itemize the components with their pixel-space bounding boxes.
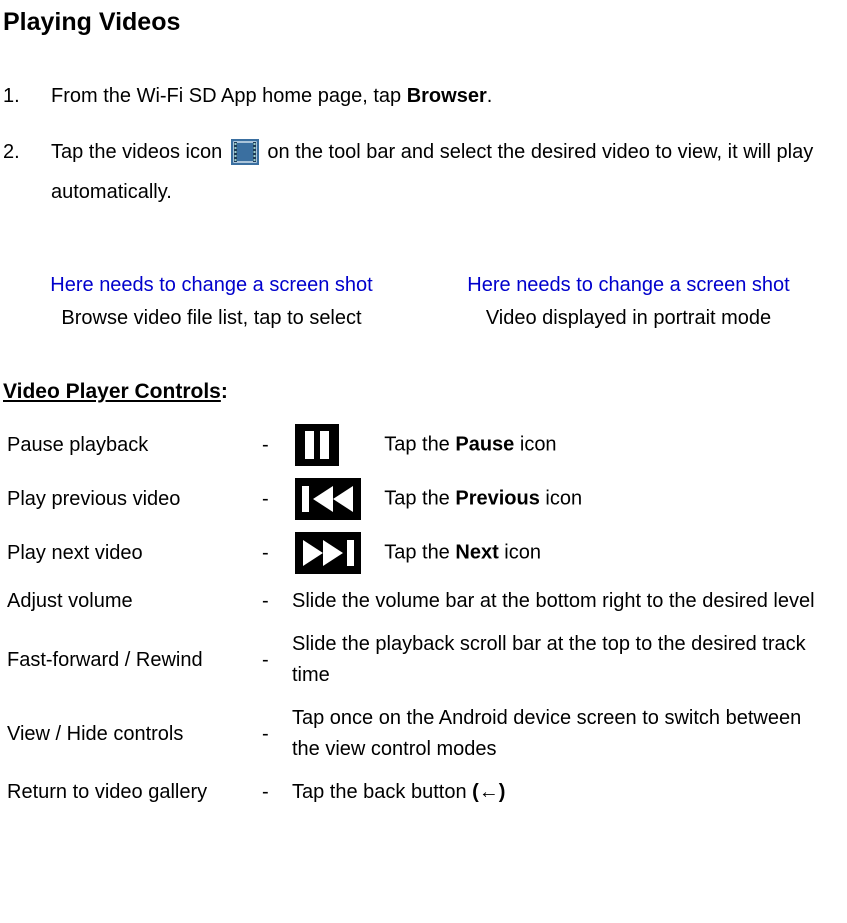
- table-row: Play previous video - Tap the Previous i…: [3, 472, 837, 526]
- dash: -: [258, 697, 288, 771]
- next-icon: [295, 532, 361, 574]
- dash: -: [258, 472, 288, 526]
- dash: -: [258, 580, 288, 623]
- step-text-post: .: [487, 85, 493, 107]
- screenshot-captions: Here needs to change a screen shot Brows…: [3, 272, 837, 332]
- desc-pre: Tap the: [384, 487, 455, 509]
- pause-icon: [295, 424, 339, 466]
- dash: -: [258, 526, 288, 580]
- desc-post: icon: [540, 487, 582, 509]
- control-label: Play previous video: [3, 472, 258, 526]
- caption-note: Here needs to change a screen shot: [420, 272, 837, 299]
- control-desc: Slide the volume bar at the bottom right…: [288, 580, 837, 623]
- control-desc: Tap the Next icon: [288, 526, 837, 580]
- control-desc: Tap the back button (←): [288, 771, 837, 814]
- step-number: 1.: [3, 76, 51, 116]
- videos-icon: [231, 139, 259, 165]
- step-body: Tap the videos icon: [51, 132, 837, 212]
- control-label: View / Hide controls: [3, 697, 258, 771]
- desc-bold: Previous: [455, 487, 539, 509]
- subheading-colon: :: [221, 380, 228, 403]
- control-label: Fast-forward / Rewind: [3, 623, 258, 697]
- step-text: Tap the videos icon: [51, 141, 228, 163]
- desc-bold: Pause: [455, 433, 514, 455]
- caption-left: Here needs to change a screen shot Brows…: [3, 272, 420, 332]
- desc-bold: Next: [455, 541, 498, 563]
- steps-list: 1. From the Wi-Fi SD App home page, tap …: [3, 76, 837, 212]
- subheading-text: Video Player Controls: [3, 380, 221, 403]
- desc-bold: (←): [472, 781, 505, 803]
- table-row: Play next video - Tap the Next icon: [3, 526, 837, 580]
- control-desc: Slide the playback scroll bar at the top…: [288, 623, 837, 697]
- table-row: Pause playback - Tap the Pause icon: [3, 418, 837, 472]
- caption-text: Browse video file list, tap to select: [3, 305, 420, 332]
- section-subheading: Video Player Controls:: [3, 378, 837, 406]
- desc-pre: Tap the: [384, 433, 455, 455]
- control-desc: Tap once on the Android device screen to…: [288, 697, 837, 771]
- desc-pre: Tap the back button: [292, 781, 472, 803]
- control-desc: Tap the Previous icon: [288, 472, 837, 526]
- control-label: Play next video: [3, 526, 258, 580]
- desc-post: icon: [499, 541, 541, 563]
- step-number: 2.: [3, 132, 51, 212]
- table-row: Fast-forward / Rewind - Slide the playba…: [3, 623, 837, 697]
- control-label: Return to video gallery: [3, 771, 258, 814]
- table-row: Return to video gallery - Tap the back b…: [3, 771, 837, 814]
- page-title: Playing Videos: [3, 6, 837, 40]
- step-bold: Browser: [407, 85, 487, 107]
- step-1: 1. From the Wi-Fi SD App home page, tap …: [3, 76, 837, 116]
- previous-icon: [295, 478, 361, 520]
- caption-note: Here needs to change a screen shot: [3, 272, 420, 299]
- control-label: Pause playback: [3, 418, 258, 472]
- caption-right: Here needs to change a screen shot Video…: [420, 272, 837, 332]
- controls-table: Pause playback - Tap the Pause icon Play…: [3, 418, 837, 814]
- dash: -: [258, 771, 288, 814]
- dash: -: [258, 418, 288, 472]
- step-body: From the Wi-Fi SD App home page, tap Bro…: [51, 76, 837, 116]
- step-text: From the Wi-Fi SD App home page, tap: [51, 85, 407, 107]
- step-2: 2. Tap the videos icon: [3, 132, 837, 212]
- table-row: View / Hide controls - Tap once on the A…: [3, 697, 837, 771]
- dash: -: [258, 623, 288, 697]
- desc-post: icon: [514, 433, 556, 455]
- table-row: Adjust volume - Slide the volume bar at …: [3, 580, 837, 623]
- caption-text: Video displayed in portrait mode: [420, 305, 837, 332]
- control-desc: Tap the Pause icon: [288, 418, 837, 472]
- desc-pre: Tap the: [384, 541, 455, 563]
- control-label: Adjust volume: [3, 580, 258, 623]
